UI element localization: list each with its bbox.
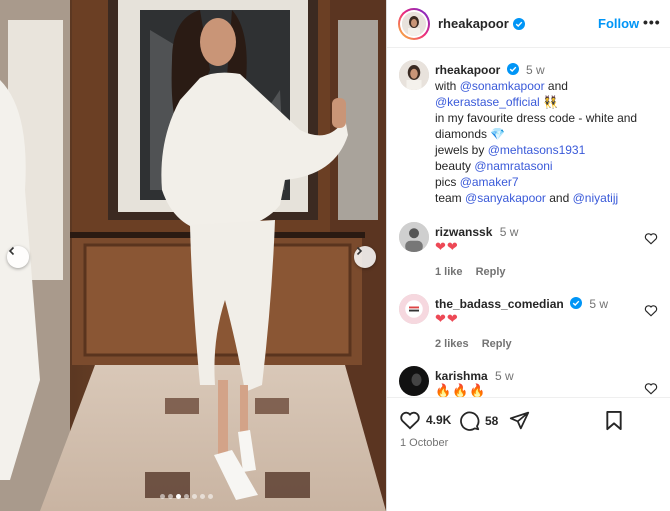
mention-link[interactable]: @amaker7 — [460, 175, 519, 189]
chevron-right-icon — [356, 246, 363, 256]
like-count: 4.9K — [426, 413, 452, 427]
mention-link[interactable]: @niyatijj — [573, 191, 619, 205]
post-image[interactable] — [0, 0, 386, 511]
caption-username[interactable]: rheakapoor — [435, 63, 500, 77]
mention-link[interactable]: @kerastase_official — [435, 95, 540, 109]
caption-line: in my favourite dress code - white and d… — [435, 110, 663, 142]
next-image-button[interactable] — [354, 246, 376, 268]
comment-text: ❤❤ — [435, 312, 459, 327]
caption-line: jewels by @mehtasons1931 — [435, 142, 663, 158]
verified-badge-icon — [512, 17, 525, 30]
post-header: rheakapoor Follow ••• — [387, 0, 670, 48]
share-icon — [509, 411, 530, 430]
comment-username[interactable]: rizwanssk — [435, 225, 492, 239]
comment-likes[interactable]: 2 likes — [435, 338, 469, 350]
like-comment-icon[interactable] — [644, 232, 658, 245]
post-date[interactable]: 1 October — [400, 437, 448, 449]
bookmark-icon — [606, 410, 622, 431]
reply-button[interactable]: Reply — [482, 338, 512, 350]
comment-text: ❤❤ — [435, 240, 459, 255]
avatar[interactable] — [399, 294, 429, 324]
verified-badge-icon — [506, 63, 519, 75]
avatar[interactable] — [399, 60, 429, 90]
caption-line: with @sonamkapoor and — [435, 78, 663, 94]
caption-text-segment: in my favourite dress code - white and d… — [435, 111, 638, 141]
author-username[interactable]: rheakapoor — [438, 16, 525, 31]
photo-elevator-scene — [0, 0, 386, 511]
carousel-dot — [176, 494, 181, 499]
mention-link[interactable]: @sanyakapoor — [465, 191, 546, 205]
caption-line: pics @amaker7 — [435, 174, 663, 190]
previous-image-button[interactable] — [7, 246, 29, 268]
post-actions-bar: 4.9K 58 1 October — [387, 397, 670, 475]
comment-time: 5 w — [495, 369, 514, 383]
more-options-button[interactable]: ••• — [643, 14, 661, 30]
carousel-dot — [168, 494, 173, 499]
avatar[interactable] — [399, 366, 429, 396]
username-text[interactable]: rheakapoor — [438, 16, 509, 31]
caption-line: team @sanyakapoor and @niyatijj — [435, 190, 663, 206]
mention-link[interactable]: @mehtasons1931 — [488, 143, 586, 157]
carousel-dot — [160, 494, 165, 499]
carousel-dot — [208, 494, 213, 499]
caption-text-segment: beauty — [435, 159, 475, 173]
caption-text-segment: and — [544, 79, 568, 93]
mention-link[interactable]: @sonamkapoor — [460, 79, 545, 93]
caption-text-segment: team — [435, 191, 466, 205]
like-button[interactable]: 4.9K — [399, 410, 451, 430]
avatar[interactable] — [399, 222, 429, 252]
caption-line: beauty @namratasoni — [435, 158, 663, 174]
carousel-dot — [184, 494, 189, 499]
like-comment-icon[interactable] — [644, 382, 658, 395]
follow-button[interactable]: Follow — [598, 16, 639, 31]
caption-text-segment: with — [435, 79, 460, 93]
caption-line: @kerastase_official 👯 — [435, 94, 663, 110]
chevron-left-icon — [8, 246, 15, 256]
heart-icon — [400, 411, 420, 430]
comment-time: 5 w — [499, 225, 519, 239]
caption-text-segment: pics — [435, 175, 460, 189]
mention-link[interactable]: @namratasoni — [474, 159, 552, 173]
post-panel: rheakapoor Follow ••• rheakapoor 5 w wit… — [386, 0, 670, 511]
comment-count: 58 — [485, 413, 499, 428]
comment-button[interactable]: 58 — [459, 410, 498, 431]
comment-likes[interactable]: 1 like — [435, 266, 463, 278]
comment-icon — [460, 411, 480, 431]
caption-text-segment: 👯 — [539, 95, 558, 109]
save-button[interactable] — [605, 410, 623, 431]
carousel-dot — [200, 494, 205, 499]
caption-time: 5 w — [526, 63, 545, 77]
comment-username[interactable]: the_badass_comedian — [435, 297, 564, 311]
caption-text: rheakapoor 5 w with @sonamkapoor and @ker… — [435, 62, 663, 206]
avatar — [402, 12, 426, 36]
like-comment-icon[interactable] — [644, 304, 658, 317]
caption-text-segment: and — [545, 191, 573, 205]
carousel-indicator — [160, 494, 213, 499]
comment-username[interactable]: karishma — [435, 369, 488, 383]
carousel-dot — [192, 494, 197, 499]
caption-text-segment: jewels by — [435, 143, 488, 157]
reply-button[interactable]: Reply — [476, 266, 506, 278]
comment-time: 5 w — [589, 297, 609, 311]
share-button[interactable] — [509, 410, 530, 431]
verified-badge-icon — [570, 297, 583, 309]
story-ring[interactable] — [398, 8, 430, 40]
